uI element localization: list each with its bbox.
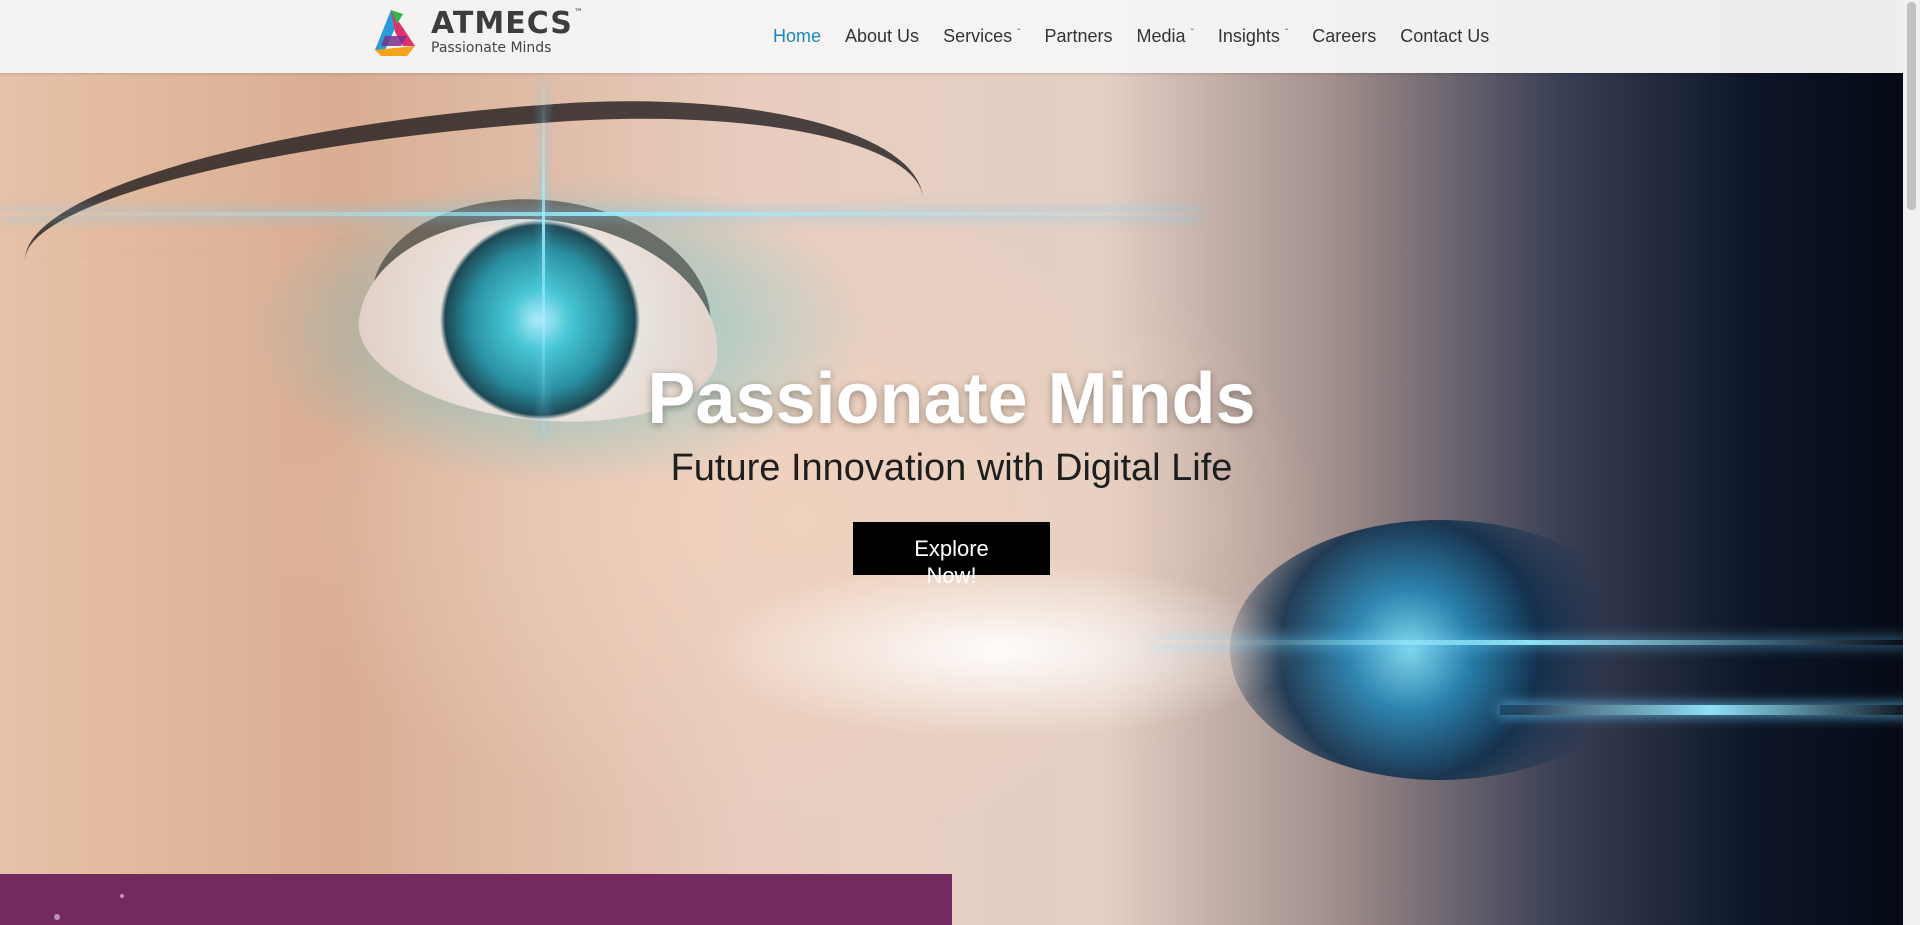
logo-name: ATMECS™: [431, 6, 584, 41]
menu-item-about-us[interactable]: About Us: [845, 26, 919, 47]
menu-item-services[interactable]: Services ˇ: [943, 26, 1020, 47]
site-logo[interactable]: ATMECS™ Passionate Minds: [367, 6, 584, 58]
scrollbar-thumb[interactable]: [1907, 2, 1916, 210]
logo-text: ATMECS™ Passionate Minds: [431, 6, 584, 56]
atmecs-logo-icon: [367, 6, 423, 58]
menu-item-partners[interactable]: Partners: [1044, 26, 1112, 47]
purple-section-panel: [0, 874, 952, 925]
logo-tagline: Passionate Minds: [431, 40, 552, 56]
menu-item-media[interactable]: Media ˇ: [1136, 26, 1193, 47]
chevron-down-icon: ˇ: [1284, 28, 1289, 39]
light-beam: [0, 212, 1200, 216]
menu-item-home[interactable]: Home: [773, 26, 821, 47]
menu-item-insights[interactable]: Insights ˇ: [1218, 26, 1288, 47]
light-beam: [1500, 705, 1903, 715]
hero-content: Passionate Minds Future Innovation with …: [0, 359, 1903, 588]
main-menu: Home About Us Services ˇ Partners Media …: [773, 0, 1513, 73]
hero-title: Passionate Minds: [647, 359, 1256, 439]
chevron-down-icon: ˇ: [1017, 28, 1021, 39]
network-dot-decoration: [120, 894, 124, 898]
menu-item-contact-us[interactable]: Contact Us: [1400, 26, 1489, 47]
menu-item-careers[interactable]: Careers: [1312, 26, 1376, 47]
page-scrollbar[interactable]: [1903, 0, 1920, 925]
top-navbar: ATMECS™ Passionate Minds Home About Us S…: [0, 0, 1903, 73]
explore-now-button[interactable]: Explore Now!: [853, 522, 1050, 588]
network-dot-decoration: [54, 914, 60, 920]
chevron-down-icon: ˇ: [1190, 28, 1194, 39]
hero-subtitle: Future Innovation with Digital Life: [670, 447, 1233, 490]
